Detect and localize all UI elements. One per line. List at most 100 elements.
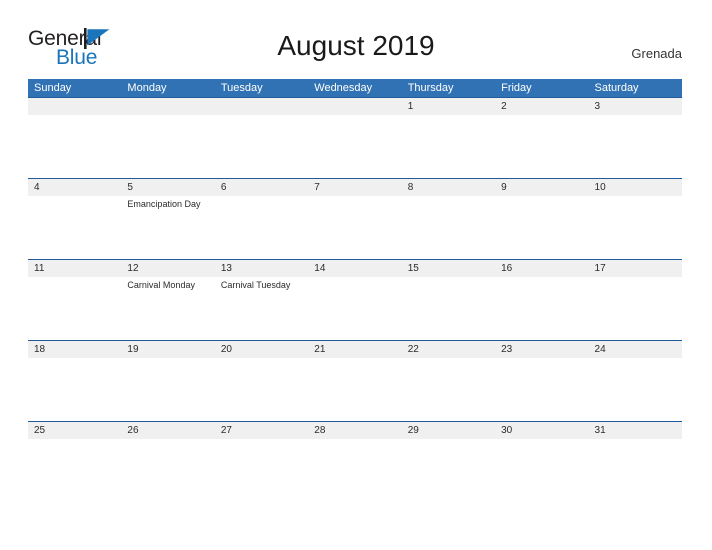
day-cell[interactable] bbox=[308, 115, 401, 178]
weekday-header-thursday: Thursday bbox=[407, 82, 454, 94]
day-cell[interactable] bbox=[495, 439, 588, 502]
day-number[interactable]: 17 bbox=[589, 260, 682, 277]
day-cell[interactable] bbox=[28, 358, 121, 421]
day-cell[interactable] bbox=[28, 115, 121, 178]
day-cell[interactable] bbox=[215, 358, 308, 421]
day-number[interactable]: 9 bbox=[495, 179, 588, 196]
day-number[interactable]: 15 bbox=[402, 260, 495, 277]
day-number[interactable]: 1 bbox=[402, 98, 495, 115]
day-number[interactable]: 4 bbox=[28, 179, 121, 196]
day-cell[interactable] bbox=[589, 196, 682, 259]
day-number[interactable] bbox=[28, 98, 121, 115]
day-number[interactable]: 26 bbox=[121, 422, 214, 439]
week-row: 4 5 6 7 8 9 10 Emancipation Day bbox=[28, 178, 682, 259]
day-number[interactable]: 29 bbox=[402, 422, 495, 439]
day-cell[interactable] bbox=[589, 358, 682, 421]
day-number[interactable]: 27 bbox=[215, 422, 308, 439]
day-number[interactable]: 2 bbox=[495, 98, 588, 115]
day-number[interactable]: 20 bbox=[215, 341, 308, 358]
day-number[interactable] bbox=[215, 98, 308, 115]
day-number[interactable]: 19 bbox=[121, 341, 214, 358]
day-number[interactable]: 3 bbox=[589, 98, 682, 115]
event-band: Carnival Monday Carnival Tuesday bbox=[28, 277, 682, 340]
day-cell[interactable] bbox=[495, 277, 588, 340]
day-number[interactable]: 13 bbox=[215, 260, 308, 277]
weekday-header-saturday: Saturday bbox=[594, 82, 639, 94]
day-number[interactable]: 18 bbox=[28, 341, 121, 358]
event-band: Emancipation Day bbox=[28, 196, 682, 259]
day-cell[interactable] bbox=[308, 439, 401, 502]
date-band: 25 26 27 28 29 30 31 bbox=[28, 422, 682, 439]
day-cell[interactable] bbox=[121, 115, 214, 178]
day-number[interactable] bbox=[121, 98, 214, 115]
day-number[interactable]: 23 bbox=[495, 341, 588, 358]
day-cell[interactable] bbox=[121, 358, 214, 421]
day-cell[interactable] bbox=[402, 115, 495, 178]
day-cell[interactable] bbox=[215, 115, 308, 178]
day-cell[interactable] bbox=[308, 277, 401, 340]
calendar-page: General Blue August 2019 Grenada Sunday … bbox=[0, 0, 712, 550]
day-number[interactable]: 31 bbox=[589, 422, 682, 439]
day-number[interactable]: 11 bbox=[28, 260, 121, 277]
day-number[interactable]: 6 bbox=[215, 179, 308, 196]
calendar-grid: Sunday Monday Tuesday Wednesday Thursday… bbox=[28, 79, 682, 502]
week-row: 1 2 3 bbox=[28, 97, 682, 178]
day-cell[interactable] bbox=[402, 277, 495, 340]
day-cell[interactable] bbox=[28, 196, 121, 259]
day-number[interactable]: 8 bbox=[402, 179, 495, 196]
day-cell[interactable] bbox=[121, 439, 214, 502]
day-cell[interactable] bbox=[28, 277, 121, 340]
event-band bbox=[28, 358, 682, 421]
day-cell[interactable] bbox=[495, 196, 588, 259]
day-cell[interactable]: Carnival Tuesday bbox=[215, 277, 308, 340]
day-cell[interactable]: Carnival Monday bbox=[121, 277, 214, 340]
region-label: Grenada bbox=[631, 46, 682, 61]
page-header: General Blue August 2019 Grenada bbox=[0, 0, 712, 79]
day-cell[interactable] bbox=[589, 277, 682, 340]
day-cell[interactable] bbox=[215, 196, 308, 259]
event-band bbox=[28, 115, 682, 178]
day-number[interactable]: 7 bbox=[308, 179, 401, 196]
day-number[interactable]: 25 bbox=[28, 422, 121, 439]
day-cell[interactable] bbox=[308, 358, 401, 421]
event-label: Carnival Monday bbox=[127, 280, 195, 290]
date-band: 11 12 13 14 15 16 17 bbox=[28, 260, 682, 277]
event-label: Emancipation Day bbox=[127, 199, 201, 209]
weekday-header-row: Sunday Monday Tuesday Wednesday Thursday… bbox=[28, 79, 682, 97]
weekday-header-tuesday: Tuesday bbox=[220, 82, 263, 94]
weekday-header-monday: Monday bbox=[127, 82, 167, 94]
day-cell[interactable] bbox=[589, 115, 682, 178]
day-cell[interactable] bbox=[308, 196, 401, 259]
day-number[interactable]: 10 bbox=[589, 179, 682, 196]
day-number[interactable]: 16 bbox=[495, 260, 588, 277]
day-cell[interactable] bbox=[589, 439, 682, 502]
day-cell[interactable] bbox=[402, 358, 495, 421]
page-title: August 2019 bbox=[277, 30, 435, 61]
day-number[interactable]: 24 bbox=[589, 341, 682, 358]
week-row: 11 12 13 14 15 16 17 Carnival Monday Car… bbox=[28, 259, 682, 340]
day-number[interactable] bbox=[308, 98, 401, 115]
day-cell[interactable] bbox=[495, 115, 588, 178]
day-cell[interactable] bbox=[495, 358, 588, 421]
date-band: 4 5 6 7 8 9 10 bbox=[28, 179, 682, 196]
day-number[interactable]: 5 bbox=[121, 179, 214, 196]
date-band: 1 2 3 bbox=[28, 98, 682, 115]
weekday-header-friday: Friday bbox=[501, 82, 532, 94]
week-row: 18 19 20 21 22 23 24 bbox=[28, 340, 682, 421]
day-cell[interactable] bbox=[215, 439, 308, 502]
day-number[interactable]: 21 bbox=[308, 341, 401, 358]
day-number[interactable]: 12 bbox=[121, 260, 214, 277]
day-cell[interactable] bbox=[402, 439, 495, 502]
day-number[interactable]: 30 bbox=[495, 422, 588, 439]
weekday-header-wednesday: Wednesday bbox=[314, 82, 373, 94]
day-cell[interactable] bbox=[402, 196, 495, 259]
weekday-header-sunday: Sunday bbox=[34, 82, 72, 94]
day-number[interactable]: 22 bbox=[402, 341, 495, 358]
week-row: 25 26 27 28 29 30 31 bbox=[28, 421, 682, 502]
day-number[interactable]: 14 bbox=[308, 260, 401, 277]
day-number[interactable]: 28 bbox=[308, 422, 401, 439]
date-band: 18 19 20 21 22 23 24 bbox=[28, 341, 682, 358]
day-cell[interactable] bbox=[28, 439, 121, 502]
event-band bbox=[28, 439, 682, 502]
day-cell[interactable]: Emancipation Day bbox=[121, 196, 214, 259]
